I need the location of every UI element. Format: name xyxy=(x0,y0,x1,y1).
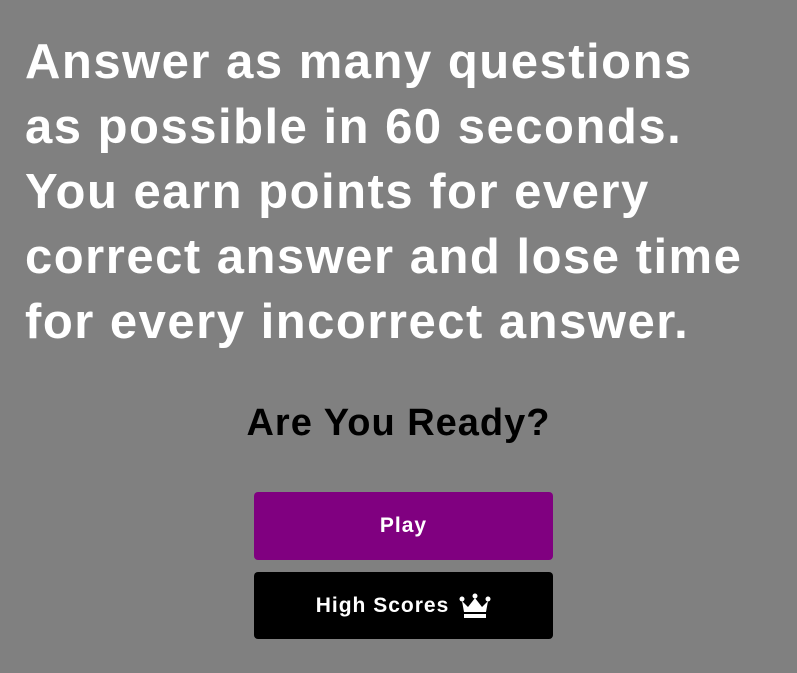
instructions-line: as possible in 60 seconds. xyxy=(25,100,683,154)
ready-heading: Are You Ready? xyxy=(246,402,551,444)
instructions-line: correct answer and lose time xyxy=(25,230,743,284)
instructions-line: for every incorrect answer. xyxy=(25,295,690,349)
play-label: Play xyxy=(379,514,428,537)
instructions-text: Answer as many questions as possible in … xyxy=(25,30,797,355)
high-scores-label: High Scores xyxy=(315,593,450,617)
instructions-line: You earn points for every xyxy=(25,165,650,219)
instructions-line: Answer as many questions xyxy=(25,35,693,89)
crown-icon xyxy=(459,593,491,618)
high-scores-button[interactable]: High Scores xyxy=(254,572,553,639)
play-button[interactable]: Play xyxy=(254,492,553,560)
